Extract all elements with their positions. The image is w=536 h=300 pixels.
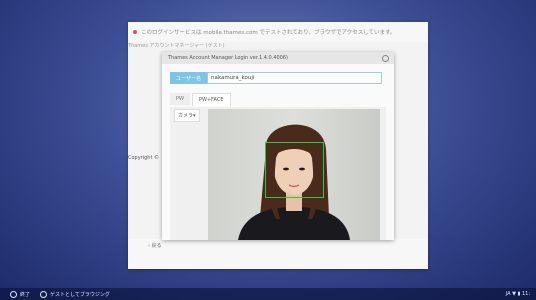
card-footer [128,239,428,269]
tab-pw[interactable]: PW [170,93,190,105]
login-dialog: Thames Account Manager Login ver.1.4.0.4… [162,52,394,240]
guest-icon [40,290,48,298]
dialog-title-text: Thames Account Manager Login ver.1.4.0.4… [168,55,288,61]
copyright-text: Copyright © [128,155,160,161]
back-link[interactable]: ‹ 戻る [148,242,162,249]
face-detection-box [265,142,324,198]
camera-feed [208,109,380,240]
notice-text: このログインサービスは mobile.thames.com でテストされており、… [141,30,396,36]
login-screen: このログインサービスは mobile.thames.com でテストされており、… [0,0,536,300]
status-tray[interactable]: JA ▼ ▮ 11: [506,291,530,297]
username-row: ユーザー名 nakamura_kouji [170,72,382,84]
guest-browse-label: ゲストとしてブラウジング [50,291,110,298]
alert-dot-icon [133,30,137,34]
power-icon [10,290,17,298]
guest-browse-button[interactable]: ゲストとしてブラウジング [40,290,110,298]
camera-panel: カメラ▾ [170,107,386,240]
auth-tabs: PW PW+FACE [170,93,231,106]
tab-pw-face[interactable]: PW+FACE [191,93,231,106]
camera-select-button[interactable]: カメラ▾ [174,109,200,122]
card-subtitle: Thames アカウントマネージャー (ゲスト) [128,43,225,49]
shutdown-button[interactable]: 終了 [10,290,31,298]
shutdown-label: 終了 [20,291,31,298]
dialog-title: Thames Account Manager Login ver.1.4.0.4… [162,52,394,64]
username-label: ユーザー名 [170,72,207,84]
username-input[interactable]: nakamura_kouji [207,72,382,84]
card-notice: このログインサービスは mobile.thames.com でテストされており、… [128,22,428,42]
refresh-icon[interactable] [382,55,389,62]
taskbar: 終了 ゲストとしてブラウジング JA ▼ ▮ 11: [0,288,536,300]
